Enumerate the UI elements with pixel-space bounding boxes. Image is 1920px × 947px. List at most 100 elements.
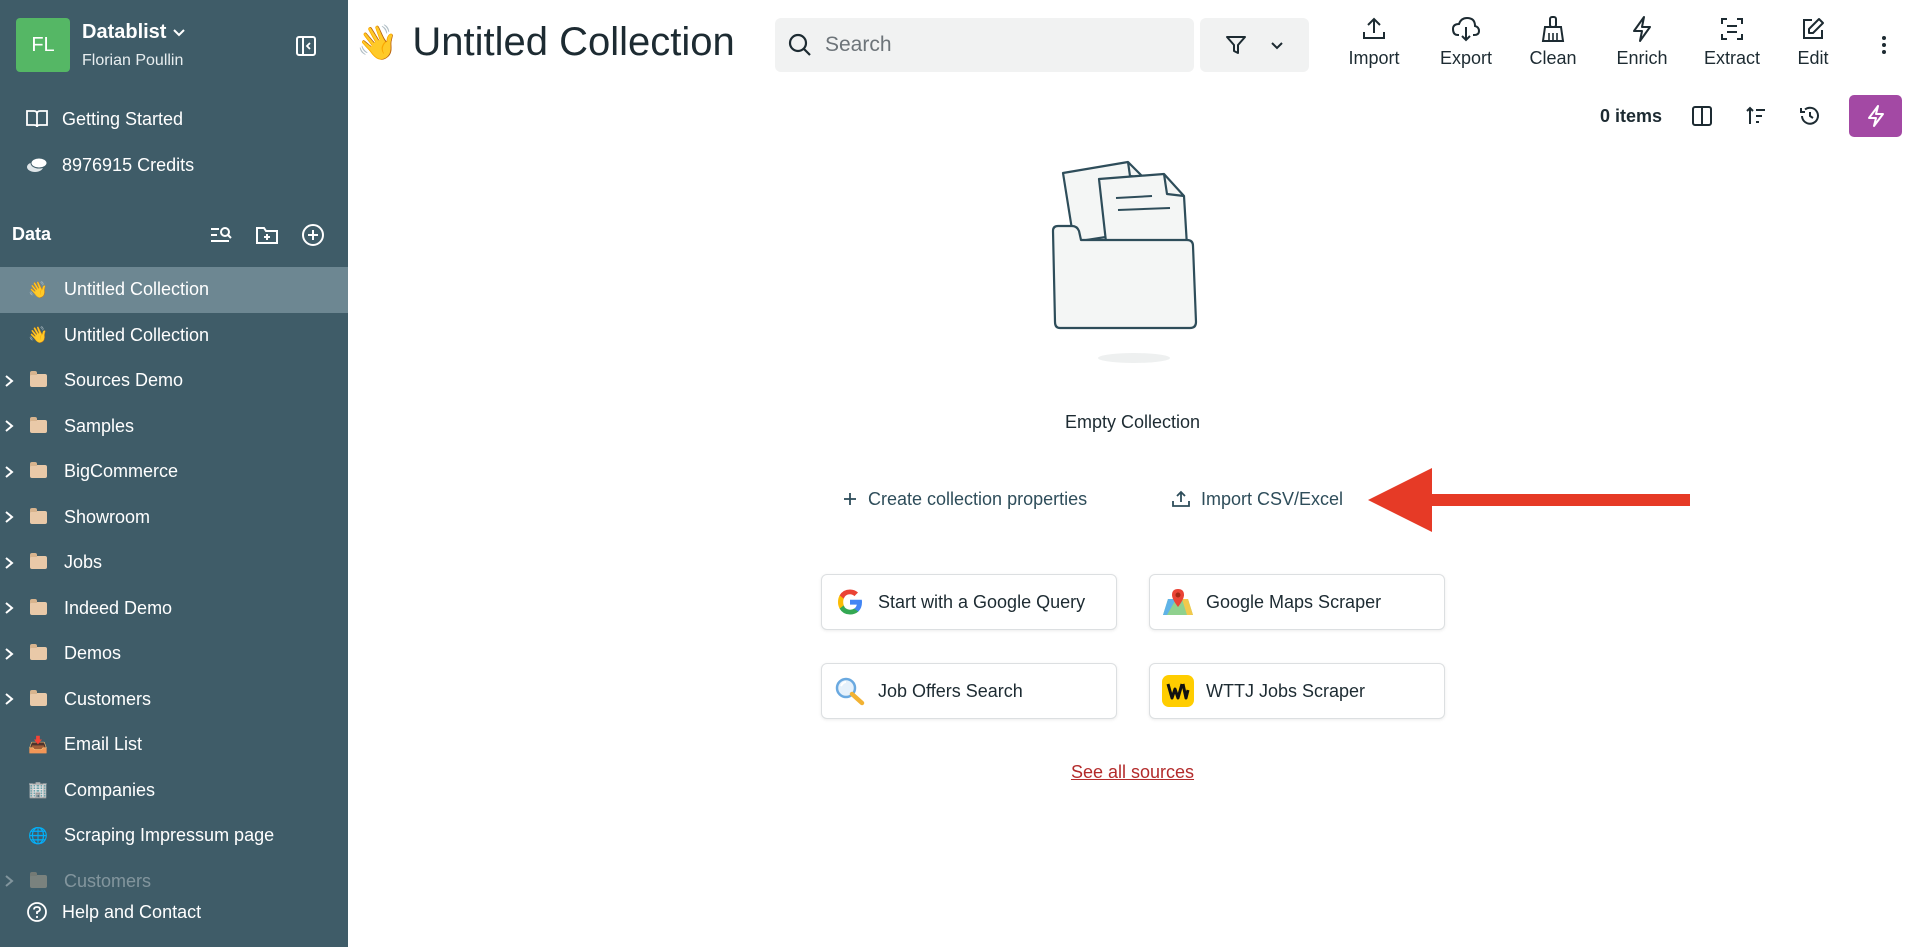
collection-tree: 👋 Untitled Collection 👋 Untitled Collectio… — [0, 267, 348, 889]
tree-item-collection[interactable]: 👋 Untitled Collection — [0, 267, 348, 313]
more-menu-button[interactable] — [1874, 30, 1894, 60]
import-button[interactable]: Import — [1330, 14, 1418, 69]
upload-icon — [1361, 14, 1387, 44]
folder-icon — [29, 871, 47, 888]
more-vertical-icon — [1882, 36, 1886, 54]
chevron-down-icon — [173, 29, 186, 37]
collection-subbar: 0 items — [1600, 96, 1848, 136]
upload-icon — [1171, 489, 1191, 509]
wttj-icon — [1162, 675, 1194, 707]
tree-item-folder[interactable]: BigCommerce — [0, 449, 348, 495]
chevron-right-icon[interactable] — [4, 631, 14, 677]
filter-button[interactable] — [1200, 18, 1309, 72]
chevron-right-icon[interactable] — [4, 404, 14, 450]
chevron-right-icon[interactable] — [4, 495, 14, 541]
wave-icon: 👋 — [28, 281, 48, 299]
getting-started-link[interactable]: Getting Started — [0, 96, 348, 142]
building-icon: 🏢 — [28, 782, 48, 800]
tree-item-collection[interactable]: 👋 Untitled Collection — [0, 313, 348, 359]
sort-button[interactable] — [1740, 100, 1772, 132]
tree-item-folder[interactable]: Customers — [0, 859, 348, 890]
extract-icon — [1719, 14, 1745, 44]
toolbar: Import Export Clean Enrich Extract Edit — [1330, 14, 1848, 69]
google-icon — [834, 586, 866, 618]
history-icon — [1800, 106, 1820, 125]
chevron-right-icon[interactable] — [4, 449, 14, 495]
workspace-name[interactable]: Datablist — [82, 21, 186, 44]
bolt-icon — [1630, 14, 1654, 44]
edit-icon — [1800, 14, 1826, 44]
chevron-right-icon[interactable] — [4, 859, 14, 890]
tree-item-folder[interactable]: Demos — [0, 631, 348, 677]
tree-item-folder[interactable]: Jobs — [0, 540, 348, 586]
job-search-icon — [834, 675, 866, 707]
job-offers-card[interactable]: Job Offers Search — [821, 663, 1117, 719]
import-csv-link[interactable]: Import CSV/Excel — [1171, 484, 1343, 514]
chevron-right-icon[interactable] — [4, 358, 14, 404]
tree-item-folder[interactable]: Showroom — [0, 495, 348, 541]
enrich-button[interactable]: Enrich — [1598, 14, 1686, 69]
collapse-sidebar-button[interactable] — [292, 32, 320, 60]
extract-button[interactable]: Extract — [1688, 14, 1776, 69]
sort-icon — [1746, 106, 1766, 124]
tree-item-folder[interactable]: Indeed Demo — [0, 586, 348, 632]
chevron-right-icon[interactable] — [4, 677, 14, 723]
tree-item-folder[interactable]: Customers — [0, 677, 348, 723]
automation-button[interactable] — [1849, 95, 1902, 137]
folder-icon — [29, 689, 47, 706]
folder-icon — [29, 507, 47, 524]
history-button[interactable] — [1794, 100, 1826, 132]
search-collections-button[interactable] — [206, 220, 236, 250]
workspace-switcher[interactable]: FL Datablist Florian Poullin — [16, 18, 186, 72]
coins-icon — [24, 152, 50, 178]
folder-icon — [29, 598, 47, 615]
help-and-contact-link[interactable]: Help and Contact — [0, 889, 348, 935]
new-folder-button[interactable] — [252, 220, 282, 250]
plus-circle-icon — [302, 224, 324, 246]
search-input[interactable] — [825, 33, 1165, 57]
data-section-header: Data — [12, 218, 336, 250]
columns-view-button[interactable] — [1686, 100, 1718, 132]
tree-item-folder[interactable]: Sources Demo — [0, 358, 348, 404]
plus-icon — [842, 491, 858, 507]
create-properties-link[interactable]: Create collection properties — [842, 484, 1087, 514]
folder-icon — [29, 553, 47, 570]
chevron-down-icon — [1271, 42, 1283, 50]
avatar: FL — [16, 18, 70, 72]
edit-button[interactable]: Edit — [1778, 14, 1848, 69]
wave-icon: 👋 — [28, 327, 48, 345]
empty-state-title: Empty Collection — [1064, 412, 1201, 432]
export-button[interactable]: Export — [1422, 14, 1510, 69]
tree-item-collection[interactable]: 🌐 Scraping Impressum page — [0, 813, 348, 859]
chevron-right-icon[interactable] — [4, 540, 14, 586]
page-title[interactable]: Untitled Collection — [412, 20, 734, 65]
google-maps-card[interactable]: Google Maps Scraper — [1149, 574, 1445, 630]
chevron-right-icon[interactable] — [4, 586, 14, 632]
new-collection-button[interactable] — [298, 220, 328, 250]
help-circle-icon — [24, 899, 50, 925]
wttj-card[interactable]: WTTJ Jobs Scraper — [1149, 663, 1445, 719]
credits-link[interactable]: 8976915 Credits — [0, 142, 348, 188]
google-query-card[interactable]: Start with a Google Query — [821, 574, 1117, 630]
tree-item-folder[interactable]: Samples — [0, 404, 348, 450]
bolt-icon — [1867, 105, 1884, 127]
inbox-icon: 📥 — [28, 736, 48, 754]
sidebar-collapse-icon — [296, 36, 316, 56]
see-all-sources-link[interactable]: See all sources — [1000, 762, 1265, 783]
folder-icon — [29, 462, 47, 479]
clean-button[interactable]: Clean — [1512, 14, 1594, 69]
wave-icon[interactable]: 👋 — [356, 23, 398, 63]
items-count: 0 items — [1600, 105, 1663, 126]
search-icon — [788, 33, 811, 56]
columns-icon — [1692, 106, 1713, 126]
search-list-icon — [211, 227, 232, 242]
cloud-download-icon — [1451, 14, 1481, 44]
broom-icon — [1540, 14, 1566, 44]
book-icon — [24, 106, 50, 132]
search-bar — [775, 18, 1194, 72]
folder-icon — [29, 416, 47, 433]
tree-item-collection[interactable]: 🏢 Companies — [0, 768, 348, 814]
tree-item-collection[interactable]: 📥 Email List — [0, 722, 348, 768]
sidebar: FL Datablist Florian Poullin Getting Sta… — [0, 0, 348, 947]
red-arrow-annotation — [1368, 468, 1690, 532]
